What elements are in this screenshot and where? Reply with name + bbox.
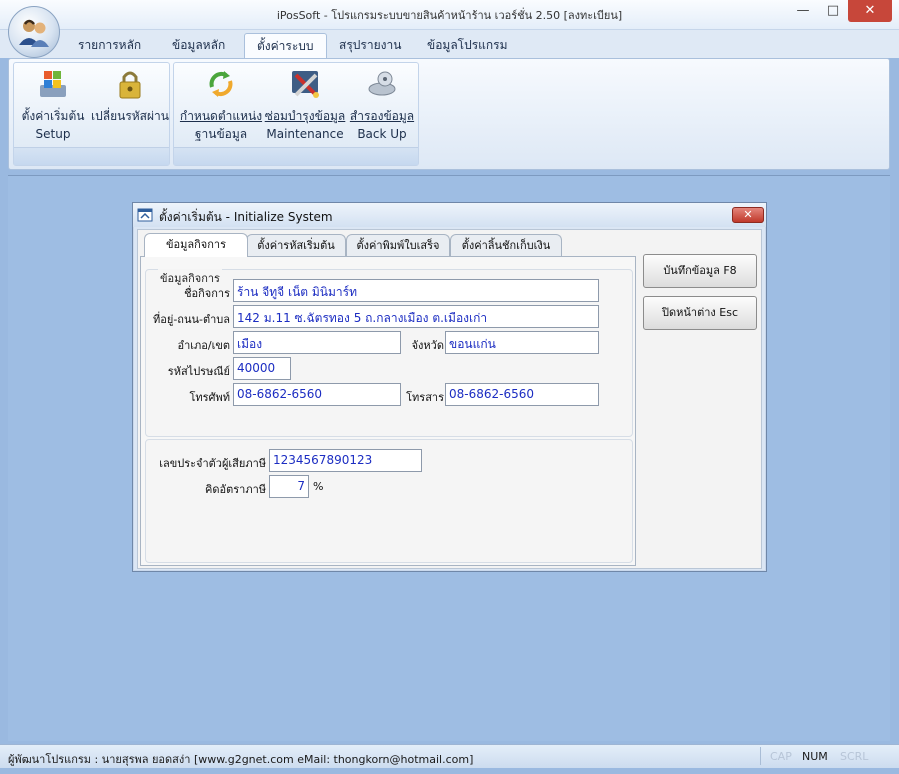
address-field[interactable]: 142 ม.11 ซ.ฉัตรทอง 5 ถ.กลางเมือง ต.เมือง…: [233, 305, 599, 328]
change-password-label: เปลี่ยนรหัสผ่าน: [91, 109, 169, 123]
maintenance-button[interactable]: ซ่อมบำรุงข้อมูล Maintenance: [264, 67, 346, 143]
database-location-line1: กำหนดตำแหน่ง: [179, 109, 263, 123]
maintenance-line2: Maintenance: [266, 127, 344, 141]
backup-line1: สำรองข้อมูล: [349, 109, 415, 123]
address-label: ที่อยู่-ถนน-ตำบล: [153, 313, 230, 326]
status-bar: ผู้พัฒนาโปรแกรม : นายสุรพล ยอดสง่า [www.…: [0, 744, 899, 768]
title-bar: iPosSoft - โปรแกรมระบบขายสินค้าหน้าร้าน …: [0, 0, 899, 30]
tab-system-settings[interactable]: ตั้งค่าระบบ: [244, 33, 327, 58]
num-lock-indicator: NUM: [802, 750, 828, 763]
window-app-icon: [137, 208, 153, 222]
setup-label-line1: ตั้งค่าเริ่มต้น: [21, 109, 85, 123]
vat-unit: %: [313, 480, 324, 493]
business-name-field[interactable]: ร้าน จีทูจี เน็ต มินิมาร์ท: [233, 279, 599, 302]
tab-program-info[interactable]: ข้อมูลโปรแกรม: [415, 33, 520, 58]
ribbon-group-database: กำหนดตำแหน่ง ฐานข้อมูล ซ่อมบำรุงข้อมูล M…: [173, 62, 419, 166]
initialize-system-dialog: ตั้งค่าเริ่มต้น - Initialize System ✕ ข้…: [132, 202, 767, 572]
window-title: iPosSoft - โปรแกรมระบบขายสินค้าหน้าร้าน …: [276, 9, 623, 22]
business-info-panel: ข้อมูลกิจการ ชื่อกิจการ ร้าน จีทูจี เน็ต…: [140, 256, 636, 566]
maintenance-line1: ซ่อมบำรุงข้อมูล: [264, 109, 346, 123]
tab-main-items[interactable]: รายการหลัก: [66, 33, 153, 58]
close-dialog-button[interactable]: ปิดหน้าต่าง Esc: [643, 296, 757, 330]
dialog-close-button[interactable]: ✕: [732, 207, 764, 223]
database-location-line2: ฐานข้อมูล: [194, 127, 248, 141]
tab-reports[interactable]: สรุปรายงาน: [327, 33, 413, 58]
change-password-button[interactable]: เปลี่ยนรหัสผ่าน: [90, 67, 170, 125]
tab-cash-drawer[interactable]: ตั้งค่าลิ้นชักเก็บเงิน: [450, 234, 562, 256]
application-menu-button[interactable]: [8, 6, 60, 58]
backup-icon: [368, 71, 396, 96]
district-label: อำเภอ/เขต: [177, 339, 230, 352]
setup-button[interactable]: ตั้งค่าเริ่มต้น Setup: [16, 67, 90, 143]
tab-receipt-print[interactable]: ตั้งค่าพิมพ์ใบเสร็จ: [346, 234, 450, 256]
tax-id-field[interactable]: 1234567890123: [269, 449, 422, 472]
vat-rate-field[interactable]: 7: [269, 475, 309, 498]
database-sync-icon: [209, 71, 233, 97]
backup-line2: Back Up: [357, 127, 407, 141]
developer-credit: ผู้พัฒนาโปรแกรม : นายสุรพล ยอดสง่า [www.…: [8, 753, 474, 766]
maximize-button[interactable]: □: [820, 0, 846, 22]
tab-initial-codes[interactable]: ตั้งค่ารหัสเริ่มต้น: [246, 234, 346, 256]
dialog-title: ตั้งค่าเริ่มต้น - Initialize System: [159, 210, 333, 224]
minimize-button[interactable]: —: [790, 0, 816, 22]
postal-code-field[interactable]: 40000: [233, 357, 291, 380]
phone-field[interactable]: 08-6862-6560: [233, 383, 401, 406]
ribbon-group-general: ตั้งค่าเริ่มต้น Setup เปลี่ยนรหัสผ่าน: [13, 62, 170, 166]
tab-business-info[interactable]: ข้อมูลกิจการ: [144, 233, 248, 257]
tab-master-data[interactable]: ข้อมูลหลัก: [160, 33, 237, 58]
dialog-content: ข้อมูลกิจการ ตั้งค่ารหัสเริ่มต้น ตั้งค่า…: [137, 229, 762, 569]
phone-label: โทรศัพท์: [189, 391, 230, 404]
ribbon-group-footer: [174, 147, 418, 165]
postal-code-label: รหัสไปรษณีย์: [167, 365, 230, 378]
backup-button[interactable]: สำรองข้อมูล Back Up: [348, 67, 416, 143]
caps-lock-indicator: CAP: [770, 750, 792, 763]
ribbon-panel: ตั้งค่าเริ่มต้น Setup เปลี่ยนรหัสผ่าน กำ…: [8, 58, 890, 170]
province-label: จังหวัด: [411, 339, 444, 352]
ribbon-tab-strip: รายการหลัก ข้อมูลหลัก ตั้งค่าระบบ สรุปรา…: [0, 30, 899, 58]
close-window-button[interactable]: ✕: [848, 0, 892, 22]
province-field[interactable]: ขอนแก่น: [445, 331, 599, 354]
district-field[interactable]: เมือง: [233, 331, 401, 354]
business-info-group: ข้อมูลกิจการ ชื่อกิจการ ร้าน จีทูจี เน็ต…: [145, 269, 633, 437]
padlock-icon: [119, 71, 141, 99]
dialog-title-bar: ตั้งค่าเริ่มต้น - Initialize System ✕: [133, 203, 766, 227]
ribbon-group-footer: [14, 147, 169, 165]
save-button[interactable]: บันทึกข้อมูล F8: [643, 254, 757, 288]
database-location-button[interactable]: กำหนดตำแหน่ง ฐานข้อมูล: [178, 67, 264, 143]
status-separator: [760, 747, 761, 765]
setup-label-line2: Setup: [35, 127, 71, 141]
users-icon: [19, 19, 49, 47]
fax-field[interactable]: 08-6862-6560: [445, 383, 599, 406]
vat-rate-label: คิดอัตราภาษี: [204, 483, 266, 496]
business-name-label: ชื่อกิจการ: [184, 287, 230, 300]
fax-label: โทรสาร: [406, 391, 444, 404]
windows-setup-icon: [40, 71, 66, 97]
tax-id-label: เลขประจำตัวผู้เสียภาษี: [159, 457, 266, 470]
tax-info-group: เลขประจำตัวผู้เสียภาษี 1234567890123 คิด…: [145, 439, 633, 563]
tools-icon: [292, 71, 319, 98]
scroll-lock-indicator: SCRL: [840, 750, 869, 763]
